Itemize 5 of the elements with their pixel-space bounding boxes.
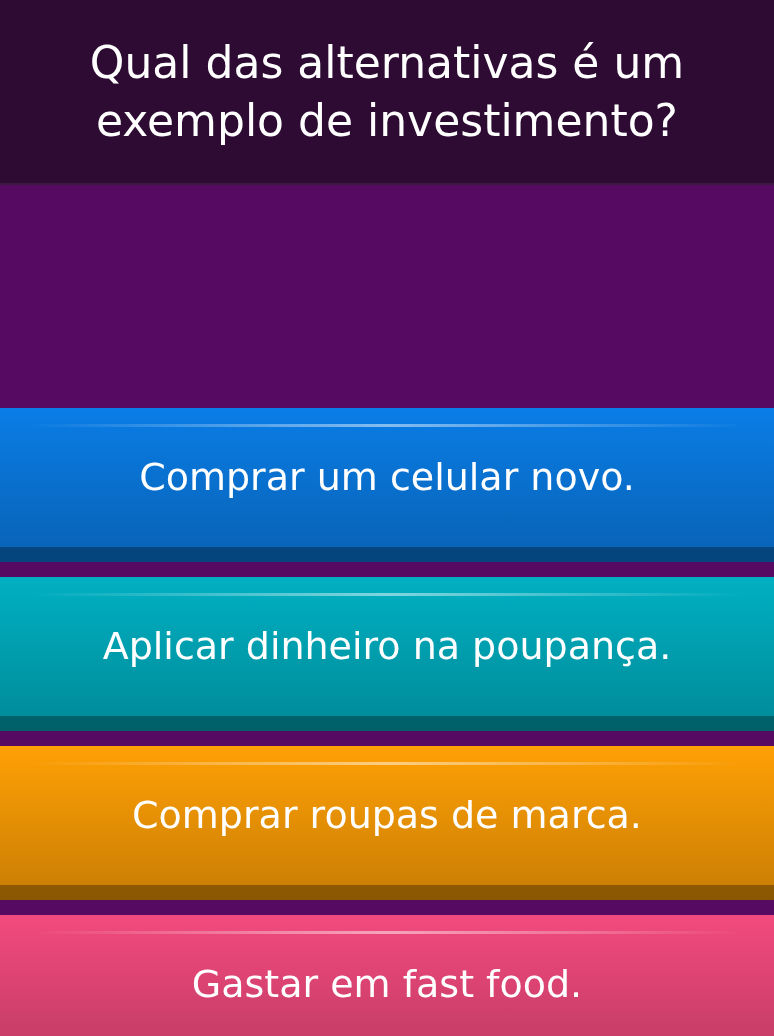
answer-button[interactable]: Comprar roupas de marca. xyxy=(0,746,774,900)
answer-button[interactable]: Aplicar dinheiro na poupança. xyxy=(0,577,774,731)
answer-button[interactable]: Comprar um celular novo. xyxy=(0,408,774,562)
answer-button[interactable]: Gastar em fast food. xyxy=(0,915,774,1036)
question-text: Qual das alternativas é um exemplo de investimento? xyxy=(88,36,686,148)
